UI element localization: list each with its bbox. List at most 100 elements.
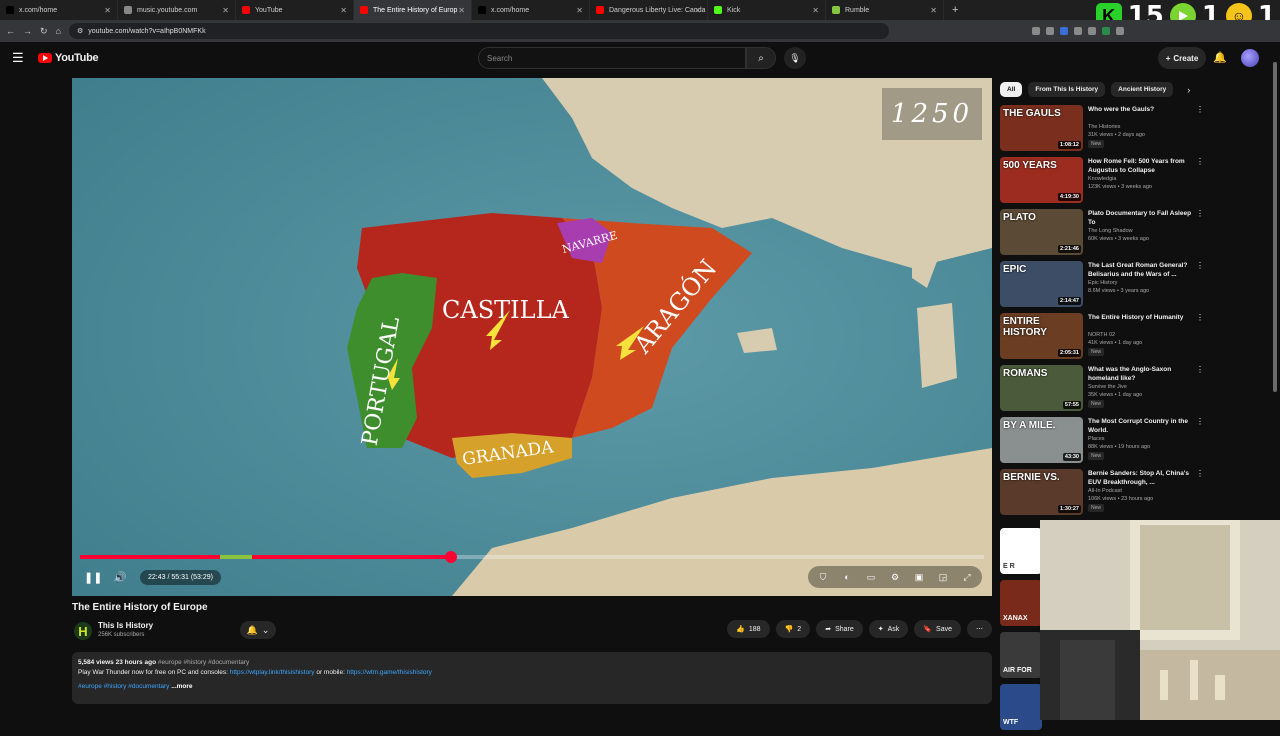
chip-ancient-history[interactable]: Ancient History: [1111, 82, 1174, 97]
video-thumbnail[interactable]: 500 YEARS 4:19:30: [1000, 157, 1083, 203]
more-options-icon[interactable]: ⋮: [1196, 261, 1204, 270]
recommended-channel[interactable]: All-In Podcast: [1088, 488, 1122, 494]
browser-tab[interactable]: x.com/home ✕: [472, 0, 590, 20]
video-thumbnail[interactable]: BY A MILE. 43:30: [1000, 417, 1083, 463]
subscribed-button[interactable]: 🔔 ⌄: [240, 621, 276, 639]
avatar[interactable]: [1241, 49, 1259, 67]
recommended-title[interactable]: The Entire History of Humanity: [1088, 313, 1194, 322]
close-icon[interactable]: ✕: [930, 6, 937, 15]
description-hashtags[interactable]: #europe #history #documentary: [78, 683, 169, 690]
recommended-video[interactable]: EPIC 2:14:47 The Last Great Roman General?…: [1000, 261, 1205, 311]
close-icon[interactable]: ✕: [340, 6, 347, 15]
extension-icon[interactable]: [1046, 27, 1054, 35]
recommended-title[interactable]: Bernie Sanders: Stop AI, China's EUV Bre…: [1088, 469, 1194, 487]
video-thumbnail[interactable]: ENTIRE HISTORY 2:05:31: [1000, 313, 1083, 359]
recommended-video[interactable]: ROMANS 57:55 What was the Anglo-Saxon home…: [1000, 365, 1205, 415]
browser-tab[interactable]: x.com/home ✕: [0, 0, 118, 20]
progress-bar[interactable]: [80, 551, 984, 563]
autoplay-toggle[interactable]: ◐: [840, 572, 854, 582]
recommended-channel[interactable]: Places: [1088, 436, 1105, 442]
more-options-icon[interactable]: ⋮: [1196, 417, 1204, 426]
recommended-title[interactable]: Who were the Gauls?: [1088, 105, 1194, 114]
recommended-channel[interactable]: Epic History: [1088, 280, 1117, 286]
recommended-title[interactable]: The Last Great Roman General? Belisarius…: [1088, 261, 1194, 279]
like-button[interactable]: 👍 188: [727, 620, 770, 638]
recommended-channel[interactable]: Survive the Jive: [1088, 384, 1127, 390]
recommended-channel[interactable]: The Long Shadow: [1088, 228, 1133, 234]
volume-icon[interactable]: 🔊: [112, 571, 128, 584]
cast-icon[interactable]: ◲: [936, 572, 950, 583]
video-player[interactable]: NAVARRE CASTILLA ARAGÓN PORTUGAL GRANADA…: [72, 78, 992, 596]
extension-icon[interactable]: [1060, 27, 1068, 35]
extension-icon[interactable]: [1102, 27, 1110, 35]
search-input[interactable]: Search: [478, 47, 746, 69]
video-thumbnail[interactable]: WTF: [1000, 684, 1042, 730]
recommended-title[interactable]: What was the Anglo-Saxon homeland like?: [1088, 365, 1194, 383]
save-button[interactable]: 🔖 Save: [914, 620, 961, 638]
shield-icon[interactable]: ⛉: [816, 572, 830, 583]
more-actions-button[interactable]: ⋯: [967, 620, 992, 638]
more-options-icon[interactable]: ⋮: [1196, 365, 1204, 374]
recommended-title[interactable]: The Most Corrupt Country in the World.: [1088, 417, 1194, 435]
home-icon[interactable]: ⌂: [56, 26, 61, 36]
create-button[interactable]: + Create: [1158, 47, 1206, 69]
video-thumbnail[interactable]: XANAX: [1000, 580, 1042, 626]
fullscreen-icon[interactable]: ⤢: [960, 572, 974, 583]
recommended-video[interactable]: 500 YEARS 4:19:30 How Rome Fell: 500 Years…: [1000, 157, 1205, 207]
extension-icon[interactable]: [1116, 27, 1124, 35]
chip-all[interactable]: All: [1000, 82, 1023, 97]
more-options-icon[interactable]: ⋮: [1196, 209, 1204, 218]
close-icon[interactable]: ✕: [576, 6, 583, 15]
video-thumbnail[interactable]: EPIC 2:14:47: [1000, 261, 1083, 307]
recommended-channel[interactable]: The Histories: [1088, 124, 1120, 130]
recommended-video[interactable]: THE GAULS 1:08:12 Who were the Gauls? The H…: [1000, 105, 1205, 155]
recommended-title[interactable]: How Rome Fell: 500 Years from Augustus t…: [1088, 157, 1194, 175]
miniplayer-icon[interactable]: ▣: [912, 572, 926, 583]
browser-tab[interactable]: Kick ✕: [708, 0, 826, 20]
channel-avatar[interactable]: H: [74, 622, 92, 640]
description-box[interactable]: 5,584 views 23 hours ago #europe #histor…: [72, 652, 992, 704]
bell-icon[interactable]: 🔔: [1213, 51, 1227, 64]
video-thumbnail[interactable]: AIR FOR: [1000, 632, 1042, 678]
recommended-video[interactable]: ENTIRE HISTORY 2:05:31 The Entire History …: [1000, 313, 1205, 363]
close-icon[interactable]: ✕: [458, 6, 465, 15]
description-link[interactable]: https://wtplay.link/thisishistory: [230, 669, 315, 676]
scrollbar[interactable]: [1273, 62, 1277, 392]
extension-icon[interactable]: [1032, 27, 1040, 35]
dislike-button[interactable]: 👎 2: [775, 620, 811, 638]
browser-tab[interactable]: YouTube ✕: [236, 0, 354, 20]
browser-tab[interactable]: Dangerous Liberty Live: Canda ✕: [590, 0, 708, 20]
video-thumbnail[interactable]: THE GAULS 1:08:12: [1000, 105, 1083, 151]
ask-button[interactable]: ✦ Ask: [868, 620, 909, 638]
close-icon[interactable]: ✕: [812, 6, 819, 15]
more-options-icon[interactable]: ⋮: [1196, 105, 1204, 114]
menu-icon[interactable]: ☰: [12, 50, 32, 66]
captions-icon[interactable]: ▭: [864, 572, 878, 583]
pause-icon[interactable]: ❚❚: [84, 571, 102, 584]
recommended-channel[interactable]: NORTH 02: [1088, 332, 1115, 338]
gear-icon[interactable]: ⚙: [888, 572, 902, 583]
recommended-title[interactable]: Plato Documentary to Fall Asleep To: [1088, 209, 1194, 227]
site-info-icon[interactable]: ⚙: [77, 27, 83, 35]
channel-name[interactable]: This Is History: [98, 621, 153, 630]
show-more-link[interactable]: ...more: [171, 683, 192, 690]
recommended-video[interactable]: PLATO 2:21:46 Plato Documentary to Fall As…: [1000, 209, 1205, 259]
close-icon[interactable]: ✕: [104, 6, 111, 15]
browser-tab[interactable]: The Entire History of Europ ✕: [354, 0, 472, 20]
more-options-icon[interactable]: ⋮: [1196, 469, 1204, 478]
recommended-video[interactable]: BY A MILE. 43:30 The Most Corrupt Country …: [1000, 417, 1205, 467]
extension-icon[interactable]: [1074, 27, 1082, 35]
url-field[interactable]: ⚙ youtube.com/watch?v=aIhpB0NMFKk: [68, 23, 889, 39]
scrubber-handle[interactable]: [444, 551, 457, 563]
close-icon[interactable]: ✕: [222, 6, 229, 15]
video-thumbnail[interactable]: ROMANS 57:55: [1000, 365, 1083, 411]
extension-icon[interactable]: [1088, 27, 1096, 35]
description-link[interactable]: https://wtm.game/thisishistory: [347, 669, 432, 676]
youtube-logo[interactable]: YouTube: [38, 52, 99, 64]
video-thumbnail[interactable]: BERNIE VS. 1:30:27: [1000, 469, 1083, 515]
recommended-channel[interactable]: Knowledgia: [1088, 176, 1116, 182]
browser-tab[interactable]: Rumble ✕: [826, 0, 944, 20]
share-button[interactable]: ➦ Share: [816, 620, 863, 638]
chevron-right-icon[interactable]: ›: [1187, 85, 1190, 95]
voice-search-button[interactable]: 🎙: [784, 47, 806, 69]
